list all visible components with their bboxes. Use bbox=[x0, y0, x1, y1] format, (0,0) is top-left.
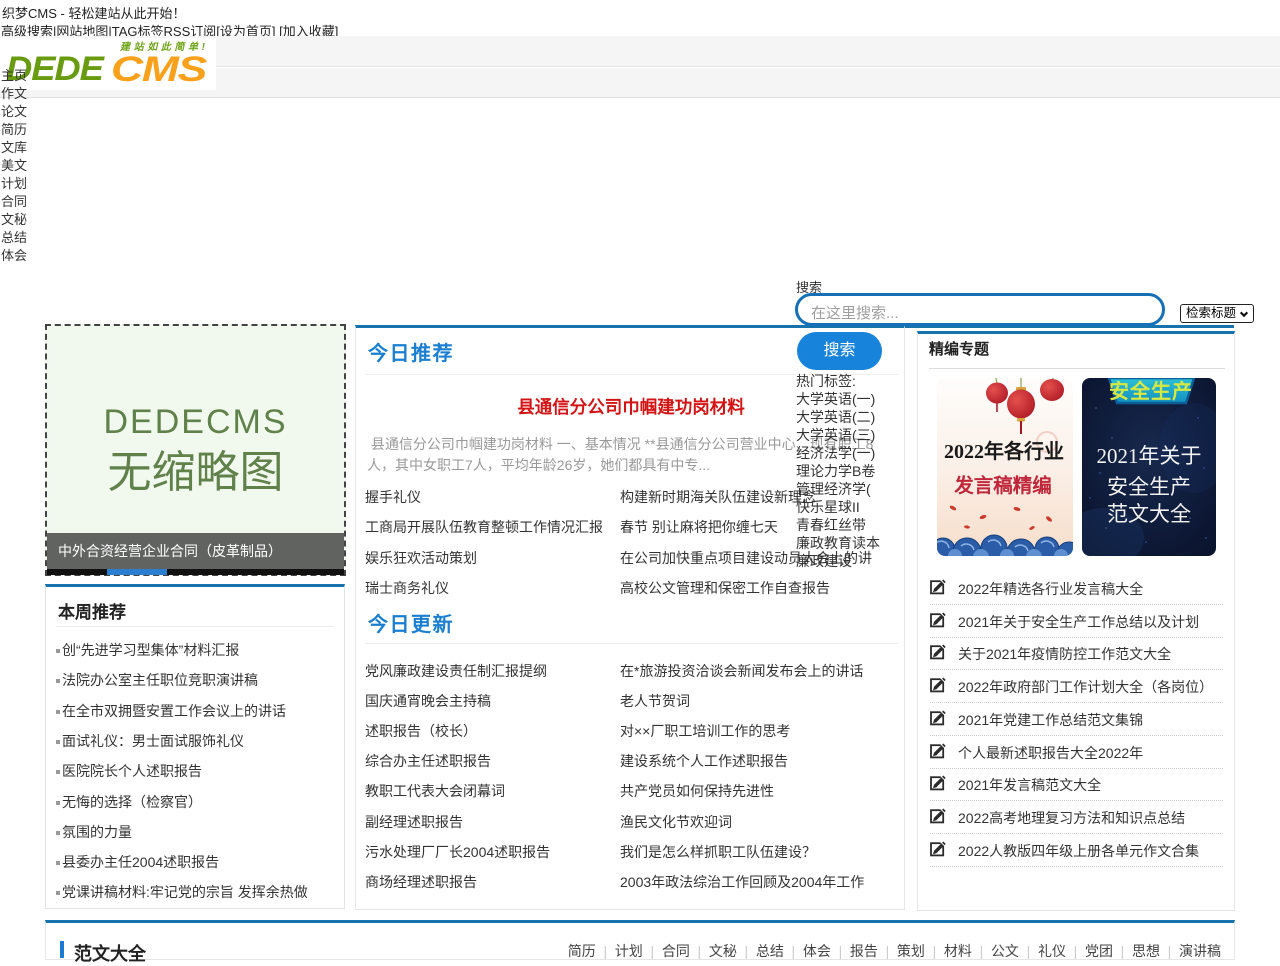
svg-text:安全生产: 安全生产 bbox=[1109, 379, 1193, 403]
svg-text:CMS: CMS bbox=[111, 50, 208, 88]
svg-text:发言稿精编: 发言稿精编 bbox=[953, 474, 1052, 497]
svg-text:2021年关于: 2021年关于 bbox=[1097, 444, 1202, 468]
svg-text:安全生产: 安全生产 bbox=[1107, 475, 1191, 499]
svg-text:2022年各行业: 2022年各行业 bbox=[944, 439, 1064, 463]
svg-text:范文大全: 范文大全 bbox=[1107, 502, 1191, 526]
